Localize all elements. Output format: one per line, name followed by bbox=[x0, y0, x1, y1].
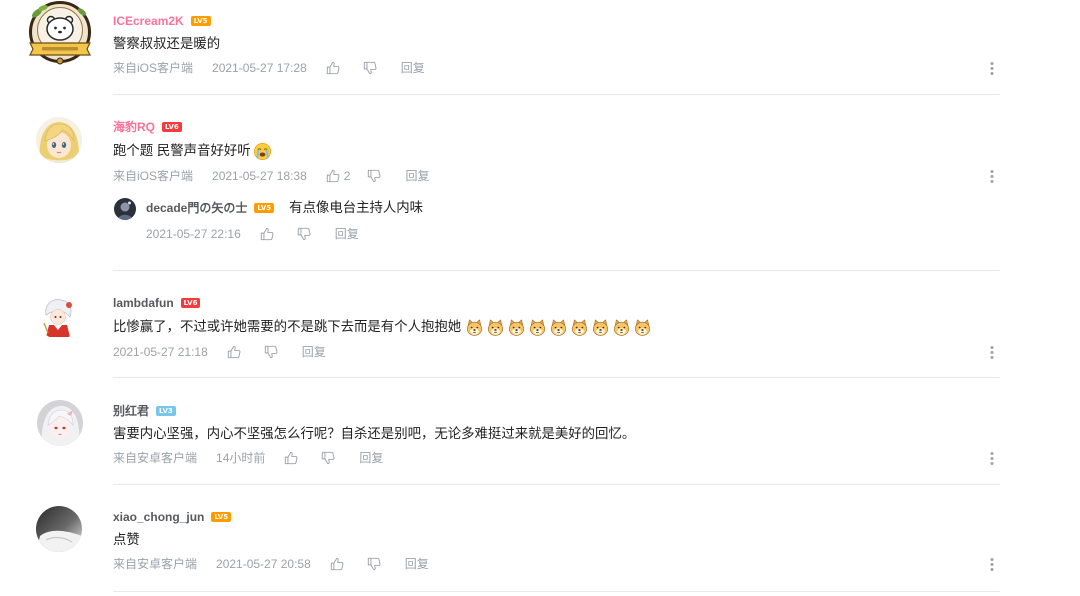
dislike-button[interactable] bbox=[363, 61, 377, 75]
reply-button[interactable]: 回复 bbox=[405, 168, 429, 184]
timestamp: 14小时前 bbox=[216, 451, 266, 465]
thumbs-up-icon bbox=[227, 345, 241, 359]
dislike-button[interactable] bbox=[367, 169, 381, 183]
comment-list: ICEcream2K LV5 警察叔叔还是暖的 来自iOS客户端 2021-05… bbox=[0, 0, 1080, 596]
doge-emoji bbox=[634, 318, 651, 336]
like-button[interactable] bbox=[260, 227, 274, 241]
device-label: 来自安卓客户端 bbox=[113, 451, 198, 465]
more-options-icon[interactable] bbox=[988, 558, 996, 571]
level-badge: LV6 bbox=[180, 298, 201, 308]
thumbs-up-icon bbox=[260, 227, 274, 241]
timestamp: 2021-05-27 20:58 bbox=[216, 557, 311, 571]
emoji-list bbox=[463, 318, 652, 337]
timestamp: 2021-05-27 21:18 bbox=[113, 345, 208, 359]
doge-emoji bbox=[508, 318, 525, 336]
thumbs-down-icon bbox=[367, 169, 381, 183]
reply-user-avatar[interactable] bbox=[114, 198, 136, 220]
dislike-button[interactable] bbox=[321, 451, 335, 465]
doge-emoji bbox=[592, 318, 609, 336]
username[interactable]: ICEcream2K bbox=[113, 13, 184, 29]
user-avatar[interactable] bbox=[37, 400, 83, 446]
user-avatar[interactable] bbox=[24, 0, 96, 66]
doge-emoji bbox=[529, 318, 546, 336]
like-button[interactable] bbox=[326, 61, 340, 75]
level-badge: LV6 bbox=[162, 122, 182, 132]
more-options-icon[interactable] bbox=[988, 452, 996, 465]
thumbs-down-icon bbox=[363, 61, 377, 75]
divider bbox=[113, 484, 1000, 485]
username[interactable]: lambdafun bbox=[113, 295, 174, 311]
divider bbox=[113, 377, 1000, 378]
more-options-icon[interactable] bbox=[988, 62, 996, 75]
doge-emoji bbox=[571, 318, 588, 336]
like-count: 2 bbox=[343, 169, 351, 183]
thumbs-down-icon bbox=[367, 557, 381, 571]
username[interactable]: 别红君 bbox=[113, 403, 149, 419]
thumbs-up-icon bbox=[326, 61, 340, 75]
emoji-list bbox=[251, 141, 272, 161]
reply-button[interactable]: 回复 bbox=[401, 60, 425, 76]
thumbs-up-icon bbox=[330, 557, 344, 571]
comment-text: 警察叔叔还是暖的 bbox=[113, 36, 221, 51]
level-badge: LV3 bbox=[156, 406, 176, 416]
user-avatar[interactable] bbox=[36, 293, 82, 339]
level-badge: LV5 bbox=[211, 512, 232, 522]
more-options-icon[interactable] bbox=[988, 346, 996, 359]
thumbs-down-icon bbox=[297, 227, 311, 241]
reply-button[interactable]: 回复 bbox=[359, 450, 383, 466]
dislike-button[interactable] bbox=[297, 227, 311, 241]
comment-text: 点赞 bbox=[113, 532, 140, 547]
username[interactable]: 海豹RQ bbox=[113, 119, 155, 135]
reply-button[interactable]: 回复 bbox=[302, 344, 326, 360]
reply-button[interactable]: 回复 bbox=[405, 556, 429, 572]
timestamp: 2021-05-27 17:28 bbox=[212, 61, 307, 75]
divider bbox=[113, 591, 1000, 592]
dislike-button[interactable] bbox=[367, 557, 381, 571]
device-label: 来自iOS客户端 bbox=[113, 169, 194, 183]
comment-text: 跑个题 民警声音好好听 bbox=[113, 143, 251, 158]
user-avatar[interactable] bbox=[36, 117, 82, 163]
reply-text: 有点像电台主持人内味 bbox=[289, 200, 424, 215]
like-button[interactable] bbox=[284, 451, 298, 465]
dislike-button[interactable] bbox=[264, 345, 278, 359]
like-button[interactable] bbox=[227, 345, 241, 359]
timestamp: 2021-05-27 22:16 bbox=[146, 227, 241, 241]
doge-emoji bbox=[613, 318, 630, 336]
device-label: 来自iOS客户端 bbox=[113, 61, 194, 75]
doge-emoji bbox=[487, 318, 504, 336]
level-badge: LV5 bbox=[190, 16, 211, 26]
thumbs-down-icon bbox=[321, 451, 335, 465]
comment-text: 害要内心坚强，内心不坚强怎么行呢？自杀还是别吧，无论多难挺过来就是美好的回忆。 bbox=[113, 426, 636, 441]
like-button[interactable]: 2 bbox=[326, 168, 351, 184]
doge-emoji bbox=[466, 318, 483, 336]
device-label: 来自安卓客户端 bbox=[113, 557, 198, 571]
divider bbox=[113, 270, 1000, 271]
level-badge: LV5 bbox=[254, 203, 275, 213]
timestamp: 2021-05-27 18:38 bbox=[212, 169, 307, 183]
crying-face-emoji bbox=[253, 141, 272, 161]
thumbs-up-icon bbox=[284, 451, 298, 465]
thumbs-down-icon bbox=[264, 345, 278, 359]
reply-button[interactable]: 回复 bbox=[335, 226, 359, 242]
doge-emoji bbox=[550, 318, 567, 336]
username[interactable]: xiao_chong_jun bbox=[113, 509, 204, 525]
user-avatar[interactable] bbox=[36, 506, 82, 552]
thumbs-up-icon bbox=[326, 169, 340, 183]
like-button[interactable] bbox=[330, 557, 344, 571]
reply-username[interactable]: decade門の矢の士 bbox=[146, 200, 247, 216]
comment-text: 比惨赢了，不过或许她需要的不是跳下去而是有个人抱抱她 bbox=[113, 319, 462, 334]
divider bbox=[113, 94, 1000, 95]
more-options-icon[interactable] bbox=[988, 170, 996, 183]
